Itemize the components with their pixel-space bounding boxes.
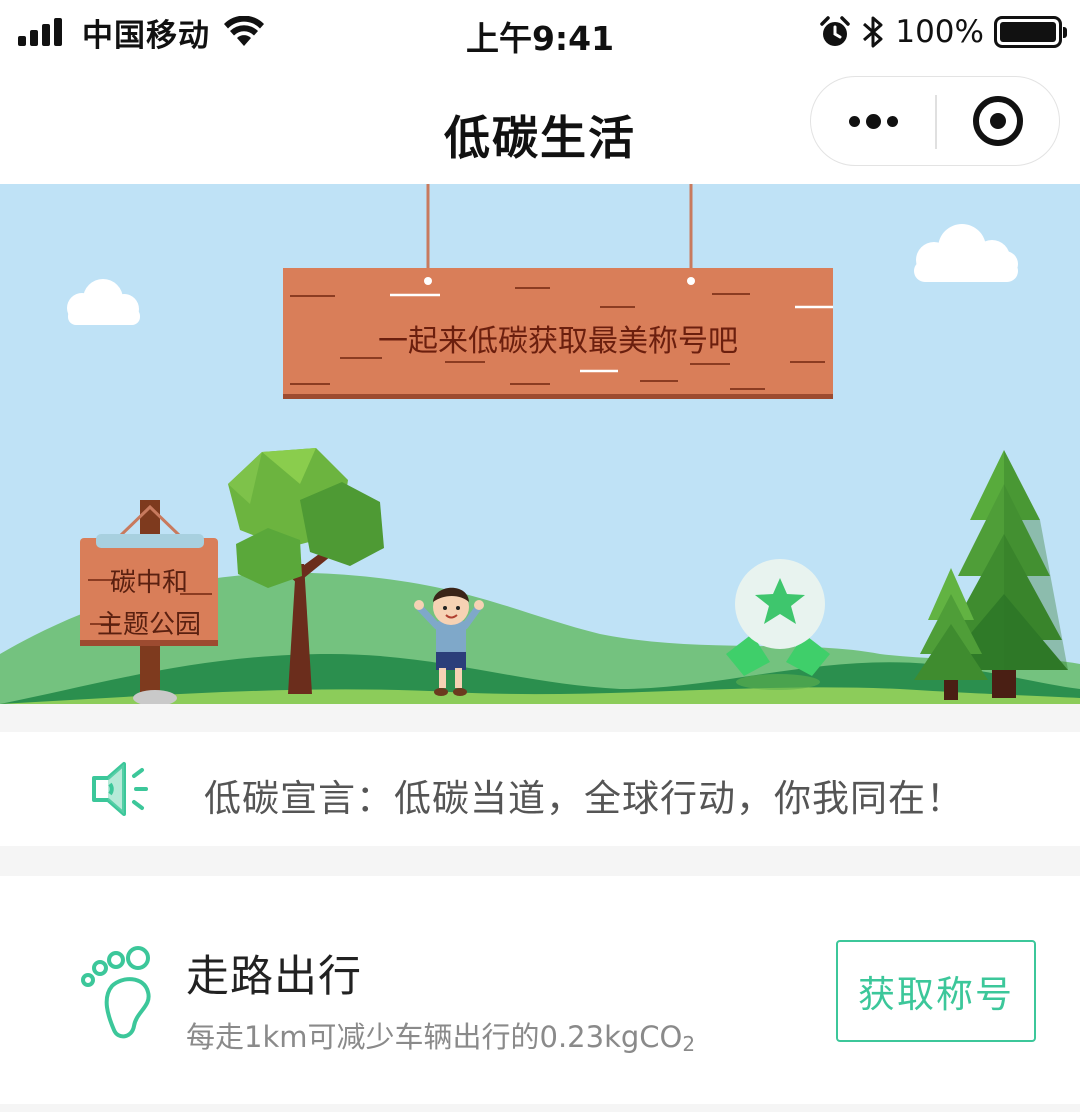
activity-card: 走路出行 每走1km可减少车辆出行的0.23kgCO2 获取称号 bbox=[0, 876, 1080, 1104]
bluetooth-icon bbox=[863, 16, 883, 48]
section-gap bbox=[0, 846, 1080, 876]
mini-program-capsule bbox=[810, 76, 1060, 166]
activity-description: 每走1km可减少车辆出行的0.23kgCO2 bbox=[186, 1020, 696, 1056]
status-bar: 中国移动 上午9:41 100% bbox=[0, 0, 1080, 66]
get-title-button[interactable]: 获取称号 bbox=[836, 940, 1036, 1042]
sign-line-1: 碳中和 bbox=[109, 568, 188, 598]
section-gap bbox=[0, 1104, 1080, 1112]
more-dots-icon[interactable] bbox=[811, 77, 935, 165]
activity-title: 走路出行 bbox=[186, 952, 362, 1002]
board-text: 一起来低碳获取最美称号吧 bbox=[378, 324, 738, 359]
alarm-icon bbox=[820, 16, 851, 46]
slogan-text: 低碳宣言：低碳当道，全球行动，你我同在！ bbox=[204, 777, 964, 820]
battery-icon bbox=[994, 16, 1067, 48]
footprint-icon bbox=[81, 946, 151, 1039]
section-gap bbox=[0, 704, 1080, 732]
battery-percent: 100% bbox=[895, 14, 984, 50]
banner: 一起来低碳获取最美称号吧 碳中和 主题公园 bbox=[0, 184, 1080, 704]
nav-bar: 低碳生活 bbox=[0, 66, 1080, 184]
sign-line-2: 主题公园 bbox=[96, 610, 201, 640]
cloud-icon bbox=[67, 279, 140, 325]
slogan-bar: 低碳宣言：低碳当道，全球行动，你我同在！ bbox=[0, 732, 1080, 846]
cloud-icon bbox=[914, 224, 1018, 282]
close-target-icon[interactable] bbox=[936, 77, 1060, 165]
speaker-icon bbox=[92, 762, 148, 816]
